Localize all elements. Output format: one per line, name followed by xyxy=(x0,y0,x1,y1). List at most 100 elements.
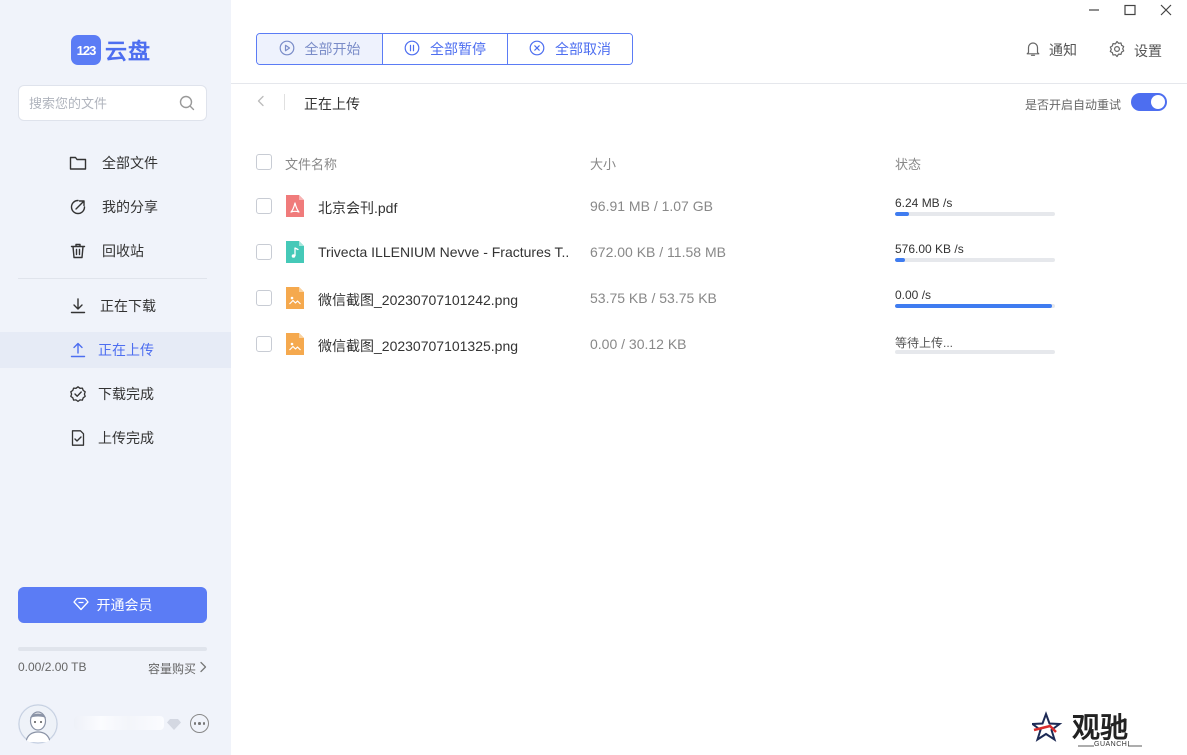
column-header-status[interactable]: 状态 xyxy=(895,154,921,173)
sidebar-item-label: 我的分享 xyxy=(102,199,158,215)
page-title: 正在上传 xyxy=(304,96,360,112)
column-header-name[interactable]: 文件名称 xyxy=(285,154,337,173)
file-name[interactable]: 微信截图_20230707101325.png xyxy=(318,336,568,356)
buy-storage-link[interactable]: 容量购买 xyxy=(148,660,207,677)
storage-bar xyxy=(18,647,207,651)
sidebar-item-label: 下载完成 xyxy=(98,386,154,402)
gear-icon xyxy=(1108,40,1126,61)
folder-icon xyxy=(68,153,88,173)
start-all-button[interactable]: 全部开始 xyxy=(257,34,382,64)
sidebar-item-my-share[interactable]: 我的分享 xyxy=(0,189,231,225)
close-circle-icon xyxy=(529,40,545,59)
auto-retry-toggle[interactable] xyxy=(1131,93,1167,111)
vip-button-label: 开通会员 xyxy=(96,597,153,613)
file-size: 672.00 KB / 11.58 MB xyxy=(590,244,726,260)
settings-button[interactable]: 设置 xyxy=(1108,40,1162,61)
share-icon xyxy=(68,197,88,217)
settings-label: 设置 xyxy=(1134,42,1162,59)
sidebar-item-recycle-bin[interactable]: 回收站 xyxy=(0,233,231,269)
sidebar-item-downloading[interactable]: 正在下载 xyxy=(0,288,231,324)
minimize-icon xyxy=(1088,4,1100,19)
file-name[interactable]: 北京会刊.pdf xyxy=(318,198,568,218)
open-vip-button[interactable]: 开通会员 xyxy=(18,587,207,623)
file-size: 96.91 MB / 1.07 GB xyxy=(590,198,713,214)
sidebar: 123 云盘 全部文件 我的分享 回收站 正在下载 xyxy=(0,0,231,755)
close-window-button[interactable] xyxy=(1154,2,1178,20)
close-icon xyxy=(1160,4,1172,19)
bell-icon xyxy=(1025,40,1041,60)
upload-speed: 0.00 /s xyxy=(895,288,932,302)
select-all-checkbox[interactable] xyxy=(256,154,272,170)
watermark-logo: 观驰 GUANCHI xyxy=(1029,708,1144,752)
chevron-right-icon xyxy=(199,661,207,676)
pause-all-label: 全部暂停 xyxy=(430,41,486,57)
buy-storage-label: 容量购买 xyxy=(147,662,196,676)
search-input[interactable] xyxy=(29,95,178,111)
header-divider xyxy=(231,83,1187,84)
notification-button[interactable]: 通知 xyxy=(1025,40,1077,60)
chevron-left-icon xyxy=(257,95,265,110)
download-icon xyxy=(68,296,88,316)
more-options-button[interactable] xyxy=(190,714,209,733)
sidebar-item-upload-complete[interactable]: 上传完成 xyxy=(0,420,231,456)
sidebar-item-label: 全部文件 xyxy=(102,155,158,171)
minimize-button[interactable] xyxy=(1082,2,1106,20)
diamond-icon xyxy=(72,597,89,614)
upload-speed: 576.00 KB /s xyxy=(895,242,964,256)
sidebar-item-label: 上传完成 xyxy=(98,430,154,446)
upload-progress-bar xyxy=(895,350,1055,354)
row-checkbox[interactable] xyxy=(256,198,272,214)
maximize-icon xyxy=(1124,4,1136,19)
sidebar-item-label: 正在上传 xyxy=(98,342,154,358)
row-checkbox[interactable] xyxy=(256,244,272,260)
auto-retry-label: 是否开启自动重试 xyxy=(1025,98,1122,112)
audio-file-icon xyxy=(285,240,305,264)
image-file-icon xyxy=(285,286,305,310)
sidebar-item-uploading[interactable]: 正在上传 xyxy=(0,332,231,368)
file-size: 53.75 KB / 53.75 KB xyxy=(590,290,717,306)
sidebar-divider xyxy=(18,278,207,279)
storage-used-text: 0.00/2.00 TB xyxy=(18,660,87,674)
trash-icon xyxy=(68,241,88,261)
sidebar-item-all-files[interactable]: 全部文件 xyxy=(0,145,231,181)
sidebar-item-download-complete[interactable]: 下载完成 xyxy=(0,376,231,412)
file-size: 0.00 / 30.12 KB xyxy=(590,336,687,352)
upload-icon xyxy=(68,340,88,360)
notification-label: 通知 xyxy=(1049,42,1077,58)
title-separator xyxy=(284,94,285,110)
upload-progress-bar xyxy=(895,212,1055,216)
check-circle-icon xyxy=(68,384,88,404)
upload-progress-bar xyxy=(895,258,1055,262)
logo-text: 云盘 xyxy=(105,39,152,64)
cancel-all-button[interactable]: 全部取消 xyxy=(507,34,632,64)
maximize-button[interactable] xyxy=(1118,2,1142,20)
upload-speed: 6.24 MB /s xyxy=(895,196,953,210)
sidebar-item-label: 正在下载 xyxy=(100,298,156,314)
upload-status: 等待上传... xyxy=(895,336,954,350)
username-redacted xyxy=(74,716,164,730)
row-checkbox[interactable] xyxy=(256,336,272,352)
avatar[interactable] xyxy=(18,704,58,744)
watermark-subtext: GUANCHI xyxy=(1094,741,1130,748)
doc-check-icon xyxy=(68,428,88,448)
file-name[interactable]: 微信截图_20230707101242.png xyxy=(318,290,568,310)
watermark-text: 观驰 xyxy=(1072,711,1129,744)
logo-badge: 123 xyxy=(71,35,101,65)
sidebar-item-label: 回收站 xyxy=(102,243,144,259)
pause-circle-icon xyxy=(404,40,420,59)
back-button[interactable] xyxy=(252,92,270,112)
upload-progress-bar xyxy=(895,304,1055,308)
search-box[interactable] xyxy=(18,85,207,121)
cancel-all-label: 全部取消 xyxy=(555,41,611,57)
transfer-actions-group: 全部开始 全部暂停 全部取消 xyxy=(256,33,633,65)
start-all-label: 全部开始 xyxy=(304,41,361,57)
app-logo[interactable]: 123 云盘 xyxy=(71,34,151,66)
play-circle-icon xyxy=(279,40,295,59)
file-name[interactable]: Trivecta ILLENIUM Nevve - Fractures T... xyxy=(318,244,568,260)
image-file-icon xyxy=(285,332,305,356)
column-header-size[interactable]: 大小 xyxy=(590,154,616,173)
row-checkbox[interactable] xyxy=(256,290,272,306)
pause-all-button[interactable]: 全部暂停 xyxy=(382,34,507,64)
search-icon[interactable] xyxy=(178,94,196,112)
pdf-file-icon xyxy=(285,194,305,218)
